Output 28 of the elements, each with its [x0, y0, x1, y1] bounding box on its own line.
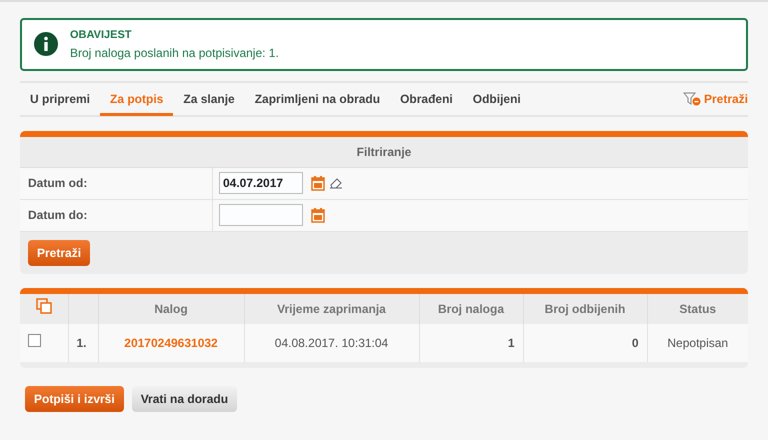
date-field[interactable]: [219, 204, 303, 226]
date-field[interactable]: 04.07.2017: [219, 172, 303, 194]
return-button[interactable]: Vrati na doradu: [132, 386, 238, 412]
info-icon: [34, 32, 58, 56]
calendar-icon[interactable]: [311, 208, 325, 222]
status-text: Nepotpisan: [667, 336, 728, 350]
tab[interactable]: Zaprimljeni na obradu: [244, 82, 390, 116]
column-header: Nalog: [98, 294, 244, 324]
eraser-icon[interactable]: [329, 177, 343, 189]
copy-icon[interactable]: [36, 298, 52, 314]
table-cell: 1: [508, 336, 514, 350]
column-header: Broj naloga: [419, 294, 523, 324]
notice-title: OBAVIJEST: [70, 28, 133, 43]
field-label: Datum do:: [20, 200, 213, 230]
table-cell: 0: [632, 336, 638, 350]
tab[interactable]: Obrađeni: [390, 82, 463, 116]
field-label: Datum od:: [20, 168, 213, 198]
notice-message: Broj naloga poslanih na potpisivanje: 1.: [70, 44, 279, 62]
tab[interactable]: Za slanje: [173, 82, 245, 116]
checkbox[interactable]: [28, 334, 41, 346]
table-cell: 04.08.2017. 10:31:04: [274, 336, 388, 350]
tab[interactable]: U pripremi: [20, 82, 100, 116]
row-number: 1.: [76, 336, 87, 350]
filter-icon[interactable]: [682, 92, 701, 106]
tab[interactable]: Odbijeni: [462, 82, 531, 116]
column-header: Vrijeme zaprimanja: [244, 294, 419, 324]
column-header: Broj odbijenih: [523, 294, 647, 324]
calendar-icon[interactable]: [311, 176, 325, 190]
